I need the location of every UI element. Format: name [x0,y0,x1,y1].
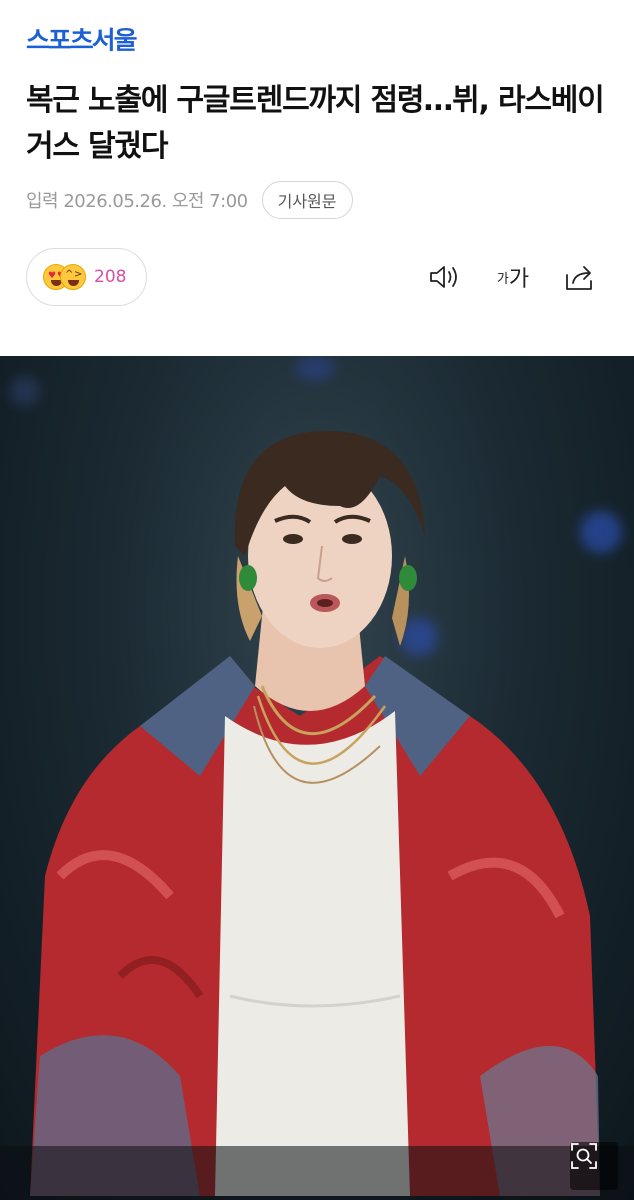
speaker-icon[interactable] [426,260,462,294]
article-headline: 복근 노출에 구글트렌드까지 점령…뷔, 라스베이거스 달궜다 [26,83,605,164]
reaction-button[interactable]: ♥♥ ^> 208 [26,248,147,306]
article-date: 입력 2026.05.26. 오전 7:00 [26,191,248,212]
performer-illustration [0,430,634,1200]
article-meta: 입력 2026.05.26. 오전 7:00 기사원문 [26,180,353,220]
share-icon[interactable] [562,260,598,294]
laughing-emoji-icon: ^ > [60,264,86,290]
font-big-label: 가 [508,267,530,292]
font-size-button[interactable]: 가가 [492,260,534,294]
original-article-button[interactable]: 기사원문 [261,181,353,219]
reaction-count: 208 [94,267,127,287]
zoom-icon[interactable] [570,1142,618,1190]
font-small-label: 가 [496,271,509,287]
site-logo[interactable]: 스포츠서울 [26,21,138,56]
article-photo[interactable] [0,356,634,1200]
